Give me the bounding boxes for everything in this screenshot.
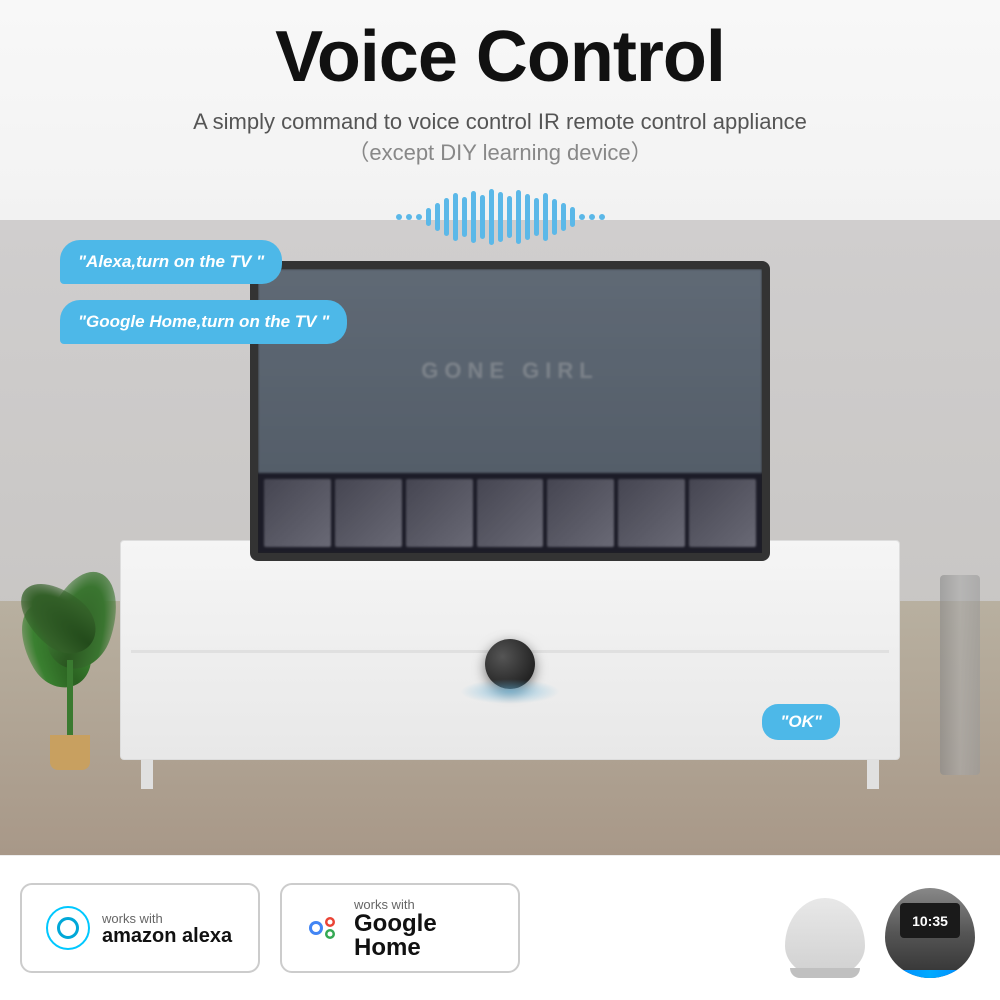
sound-wave [0, 187, 1000, 247]
wave-bar [525, 194, 530, 240]
google-badge: works with Google Home [280, 883, 520, 973]
subtitle-main: A simply command to voice control IR rem… [193, 109, 807, 134]
wave-bar [570, 207, 575, 227]
badges-section: works with amazon alexa works with Googl… [0, 855, 1000, 1000]
echo-dot: 10:35 [880, 878, 980, 978]
wave-bar [534, 198, 539, 236]
wave-bar [543, 193, 548, 241]
wave-bar [426, 208, 431, 226]
nest-mini-base [790, 968, 860, 978]
header: Voice Control A simply command to voice … [0, 0, 1000, 169]
alexa-icon-ring [57, 917, 79, 939]
google-brand-label: Google Home [354, 912, 494, 960]
google-badge-text: works with Google Home [354, 897, 494, 960]
wave-bar [561, 203, 566, 231]
tv-stand-leg-left [141, 759, 153, 789]
tv-thumb [618, 479, 685, 547]
echo-body: 10:35 [885, 888, 975, 978]
page-title: Voice Control [0, 18, 1000, 97]
main-container: Voice Control A simply command to voice … [0, 0, 1000, 1000]
tv-screen-top: GONE GIRL [258, 269, 762, 473]
subtitle-parenthetical: （except DIY learning device） [347, 140, 652, 165]
echo-light-ring [885, 970, 975, 978]
alexa-badge: works with amazon alexa [20, 883, 260, 973]
ok-bubble: "OK" [762, 704, 840, 740]
scene: GONE GIRL [0, 220, 1000, 855]
google-home-bubble: "Google Home,turn on the TV " [60, 300, 347, 344]
wave-dot [396, 214, 402, 220]
wave-bar [471, 191, 476, 243]
wave-dot [416, 214, 422, 220]
wave-dot [599, 214, 605, 220]
wave-bar [516, 190, 521, 244]
alexa-works-with-label: works with [102, 911, 232, 926]
wave-bar [498, 192, 503, 242]
plant-pot [50, 735, 90, 770]
tv-thumb [477, 479, 544, 547]
tv-thumb [335, 479, 402, 547]
echo-display: 10:35 [900, 903, 960, 938]
wave-bar [462, 197, 467, 237]
wave-bar [489, 189, 494, 245]
alexa-bubble: "Alexa,turn on the TV " [60, 240, 282, 284]
wave-dot [579, 214, 585, 220]
wave-bar [552, 199, 557, 235]
echo-time: 10:35 [912, 913, 948, 929]
alexa-icon [46, 906, 90, 950]
smart-speakers: 10:35 [780, 878, 980, 978]
tv-stand-leg-right [867, 759, 879, 789]
google-home-icon [306, 910, 342, 946]
tv-thumb [406, 479, 473, 547]
plant-stem [67, 660, 73, 740]
tv-thumb [264, 479, 331, 547]
google-nest-mini [780, 888, 870, 978]
alexa-badge-text: works with amazon alexa [102, 911, 232, 946]
wave-bar [435, 203, 440, 231]
plant [20, 570, 120, 770]
nest-mini-body [785, 898, 865, 978]
speaker-right [940, 575, 980, 775]
tv-movie-title: GONE GIRL [421, 358, 598, 384]
tv-thumb [547, 479, 614, 547]
wave-dot [406, 214, 412, 220]
wave-bar [480, 195, 485, 239]
ir-device-glow [460, 679, 560, 704]
tv-screen-bottom [258, 473, 762, 553]
wave-dot [589, 214, 595, 220]
alexa-brand-label: amazon alexa [102, 926, 232, 946]
wave-bar [444, 198, 449, 236]
subtitle: A simply command to voice control IR rem… [0, 107, 1000, 169]
ir-device [485, 639, 535, 689]
tv-thumb [689, 479, 756, 547]
wave-bar [507, 196, 512, 238]
wave-bar [453, 193, 458, 241]
